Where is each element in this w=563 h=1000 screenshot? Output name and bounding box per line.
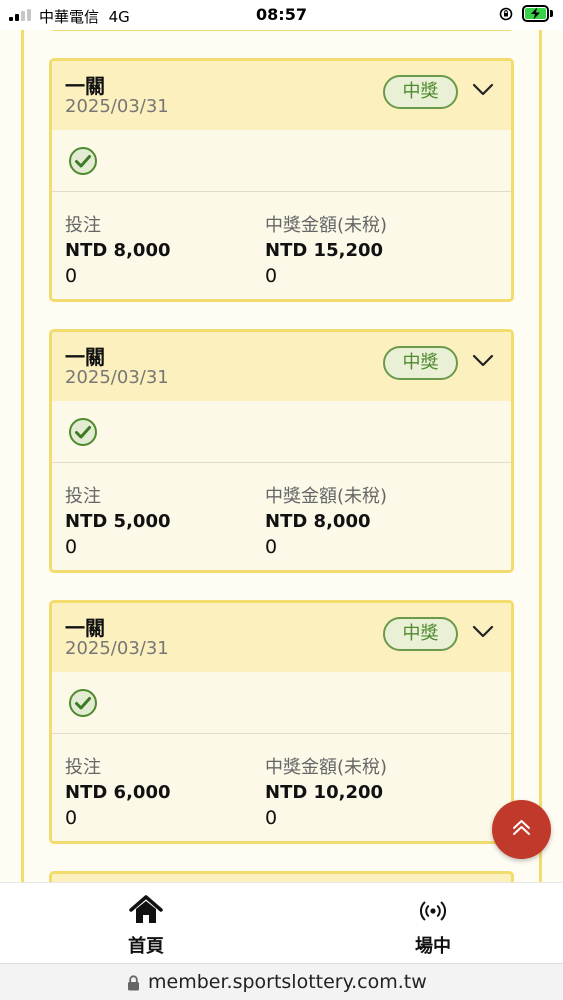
next-card-partial — [49, 871, 514, 882]
nav-home[interactable]: 首頁 — [71, 883, 221, 964]
bet-card: 一關 2025/03/31 中獎 投注 NTD 5,000 0 中獎金額(未稅)… — [49, 329, 514, 573]
stake-label: 投注 — [65, 486, 101, 507]
chevron-down-icon[interactable] — [472, 625, 494, 639]
payout-label: 中獎金額(未稅) — [265, 215, 388, 236]
orientation-lock-icon — [499, 7, 513, 21]
browser-url-bar[interactable]: member.sportslottery.com.tw — [0, 963, 563, 1000]
nav-live[interactable]: 場中 — [358, 883, 508, 964]
payout-column: 中獎金額(未稅) NTD 10,200 0 — [265, 756, 387, 830]
bet-card: 一關 2025/03/31 中獎 投注 NTD 8,000 0 中獎金額(未稅)… — [49, 58, 514, 302]
payout-amount: NTD 8,000 — [265, 511, 371, 532]
double-chevron-up-icon — [513, 820, 530, 835]
bet-card-header[interactable]: 一關 2025/03/31 中獎 — [52, 603, 511, 672]
win-status-badge: 中獎 — [383, 75, 458, 109]
bet-history-list[interactable]: 一關 2025/03/31 中獎 投注 NTD 8,000 0 中獎金額(未稅)… — [0, 30, 563, 882]
stake-label: 投注 — [65, 215, 101, 236]
stake-extra: 0 — [65, 265, 78, 287]
live-broadcast-icon — [420, 901, 446, 921]
previous-card-partial — [49, 30, 514, 31]
payout-amount: NTD 10,200 — [265, 782, 384, 803]
nav-live-label: 場中 — [415, 936, 451, 957]
bet-card-header[interactable]: 一關 2025/03/31 中獎 — [52, 332, 511, 401]
stake-column: 投注 NTD 5,000 0 — [65, 485, 171, 559]
payout-column: 中獎金額(未稅) NTD 15,200 0 — [265, 214, 387, 288]
bet-amounts: 投注 NTD 6,000 0 中獎金額(未稅) NTD 10,200 0 — [52, 734, 511, 841]
bet-date: 2025/03/31 — [65, 638, 169, 659]
stake-amount: NTD 6,000 — [65, 782, 171, 803]
stake-amount: NTD 5,000 — [65, 511, 171, 532]
check-circle-icon — [69, 418, 97, 446]
payout-extra: 0 — [265, 536, 278, 558]
bet-type: 一關 — [65, 616, 105, 640]
check-circle-icon — [69, 147, 97, 175]
left-rail — [21, 30, 24, 882]
chevron-down-icon[interactable] — [472, 354, 494, 368]
payout-label: 中獎金額(未稅) — [265, 757, 388, 778]
stake-extra: 0 — [65, 807, 78, 829]
battery-cap — [550, 10, 553, 17]
bottom-nav: 首頁 場中 — [0, 882, 563, 963]
payout-label: 中獎金額(未稅) — [265, 486, 388, 507]
status-time: 08:57 — [256, 5, 307, 24]
chevron-down-icon[interactable] — [472, 83, 494, 97]
right-rail — [539, 30, 542, 882]
nav-home-label: 首頁 — [128, 936, 164, 957]
bet-type: 一關 — [65, 345, 105, 369]
home-icon — [129, 895, 163, 923]
win-status-badge: 中獎 — [383, 617, 458, 651]
win-status-badge: 中獎 — [383, 346, 458, 380]
bet-amounts: 投注 NTD 5,000 0 中獎金額(未稅) NTD 8,000 0 — [52, 463, 511, 570]
scroll-to-top-button[interactable] — [492, 800, 551, 859]
check-circle-icon — [69, 689, 97, 717]
bet-result-row — [52, 130, 511, 192]
status-bar: 中華電信 4G 08:57 — [0, 0, 563, 30]
lock-icon — [128, 975, 139, 991]
bet-date: 2025/03/31 — [65, 96, 169, 117]
url-text: member.sportslottery.com.tw — [148, 971, 427, 993]
bet-result-row — [52, 672, 511, 734]
bet-card-header[interactable]: 一關 2025/03/31 中獎 — [52, 61, 511, 130]
payout-amount: NTD 15,200 — [265, 240, 384, 261]
stake-column: 投注 NTD 6,000 0 — [65, 756, 171, 830]
bet-type: 一關 — [65, 74, 105, 98]
payout-extra: 0 — [265, 265, 278, 287]
bet-date: 2025/03/31 — [65, 367, 169, 388]
stake-label: 投注 — [65, 757, 101, 778]
stake-extra: 0 — [65, 536, 78, 558]
payout-column: 中獎金額(未稅) NTD 8,000 0 — [265, 485, 387, 559]
battery-icon — [522, 5, 549, 22]
bet-amounts: 投注 NTD 8,000 0 中獎金額(未稅) NTD 15,200 0 — [52, 192, 511, 299]
bet-result-row — [52, 401, 511, 463]
payout-extra: 0 — [265, 807, 278, 829]
bet-card: 一關 2025/03/31 中獎 投注 NTD 6,000 0 中獎金額(未稅)… — [49, 600, 514, 844]
stake-column: 投注 NTD 8,000 0 — [65, 214, 171, 288]
stake-amount: NTD 8,000 — [65, 240, 171, 261]
